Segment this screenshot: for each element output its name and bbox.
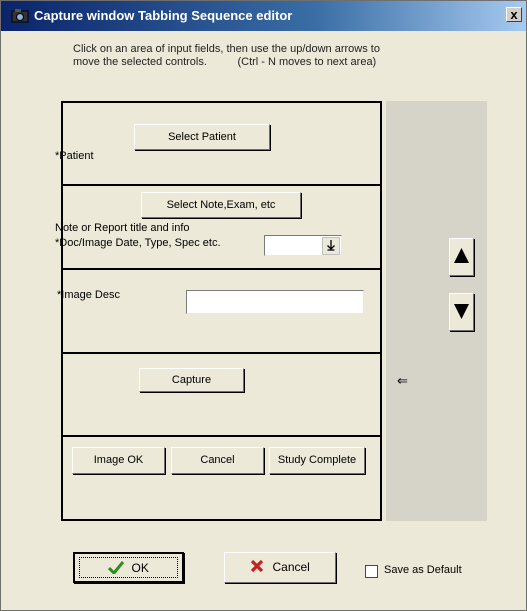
area-capture[interactable]: Capture	[61, 352, 382, 437]
triangle-up-icon	[451, 248, 472, 276]
image-desc-input[interactable]	[186, 290, 364, 314]
checkmark-icon	[108, 561, 131, 576]
ok-label: OK	[131, 561, 149, 575]
triangle-down-icon	[451, 304, 472, 331]
doc-image-date-label: *Doc/Image Date, Type, Spec etc.	[55, 237, 221, 249]
ok-button[interactable]: OK	[73, 552, 184, 583]
select-patient-button[interactable]: Select Patient	[134, 124, 270, 150]
move-down-button[interactable]	[449, 293, 474, 331]
dialog-window: Capture window Tabbing Sequence editor x…	[0, 0, 527, 611]
save-default-checkbox[interactable]	[365, 565, 378, 578]
area-image-desc[interactable]: *Image Desc	[57, 268, 382, 354]
window-title: Capture window Tabbing Sequence editor	[34, 8, 293, 23]
tab-areas-panel: Select Patient *Patient Select Note,Exam…	[55, 101, 384, 521]
capture-label: Capture	[171, 374, 212, 386]
instructions-line-2: move the selected controls. (Ctrl - N mo…	[73, 56, 377, 68]
capture-button[interactable]: Capture	[139, 368, 244, 392]
area-note[interactable]: Select Note,Exam, etc Note or Report tit…	[55, 184, 382, 270]
doc-type-dropdown[interactable]	[264, 235, 342, 256]
study-complete-button[interactable]: Study Complete	[269, 447, 365, 474]
image-ok-button[interactable]: Image OK	[72, 447, 165, 474]
select-note-button[interactable]: Select Note,Exam, etc	[141, 192, 301, 218]
status-cancel-label: Cancel	[200, 454, 235, 466]
study-complete-label: Study Complete	[277, 454, 357, 466]
select-note-label: Select Note,Exam, etc	[166, 199, 276, 211]
instructions-line-1: Click on an area of input fields, then u…	[73, 43, 380, 55]
select-patient-label: Select Patient	[168, 131, 236, 143]
area-status-buttons[interactable]: Image OK Cancel Study Complete	[61, 435, 382, 521]
dropdown-arrow-icon[interactable]	[322, 237, 340, 255]
move-up-button[interactable]	[449, 238, 474, 276]
camera-app-icon	[11, 8, 29, 24]
current-area-pointer-icon: ⇐	[397, 373, 408, 388]
close-icon[interactable]: x	[506, 7, 522, 22]
cancel-label: Cancel	[272, 560, 310, 574]
instructions: Click on an area of input fields, then u…	[73, 43, 493, 69]
cancel-button[interactable]: Cancel	[224, 552, 336, 583]
note-title-label: Note or Report title and info	[55, 222, 190, 234]
image-ok-label: Image OK	[93, 454, 144, 466]
image-desc-label: *Image Desc	[57, 289, 120, 301]
x-cross-icon	[250, 559, 272, 574]
area-patient[interactable]: Select Patient *Patient	[55, 101, 382, 186]
ok-focus-rect: OK	[79, 557, 178, 578]
status-cancel-button[interactable]: Cancel	[171, 447, 264, 474]
title-bar[interactable]: Capture window Tabbing Sequence editor x	[1, 1, 526, 31]
patient-label: *Patient	[55, 150, 94, 162]
save-default-label[interactable]: Save as Default	[384, 564, 462, 576]
